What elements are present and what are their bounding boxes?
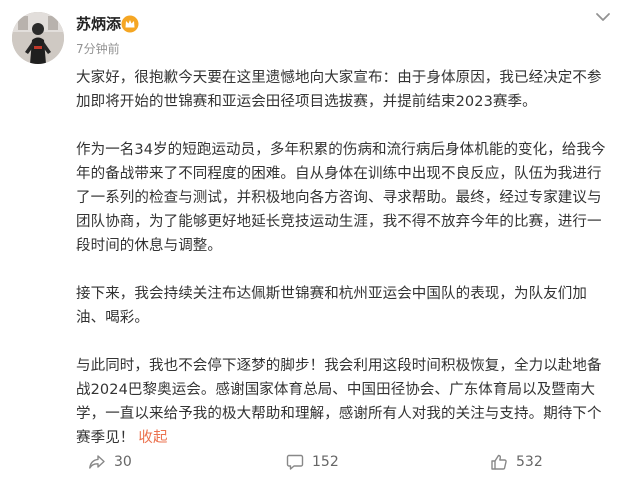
comment-count: 152 xyxy=(312,454,339,470)
action-bar: 30 152 532 xyxy=(0,448,620,476)
post-paragraph: 作为一名34岁的短跑运动员，多年积累的伤病和流行病后身体机能的变化，给我今年的备… xyxy=(76,142,606,254)
post-content: 大家好，很抱歉今天要在这里遗憾地向大家宣布：由于身体原因，我已经决定不参加即将开… xyxy=(76,66,614,474)
comment-icon xyxy=(286,454,304,470)
forward-button[interactable]: 30 xyxy=(88,450,132,474)
avatar[interactable] xyxy=(12,12,64,64)
like-count: 532 xyxy=(516,454,543,470)
like-button[interactable]: 532 xyxy=(490,450,543,474)
weibo-post-card: 苏炳添 7分钟前 大家好，很抱歉今天要在这里遗憾地向大家宣布：由于身体原因，我已… xyxy=(0,0,620,480)
thumbs-up-icon xyxy=(491,454,507,470)
post-paragraph: 大家好，很抱歉今天要在这里遗憾地向大家宣布：由于身体原因，我已经决定不参加即将开… xyxy=(76,70,602,110)
avatar-photo xyxy=(12,12,64,64)
collapse-link[interactable]: 收起 xyxy=(138,430,167,446)
chevron-down-icon[interactable] xyxy=(594,10,612,24)
crown-badge-icon xyxy=(121,15,139,33)
post-paragraph: 接下来，我会持续关注布达佩斯世锦赛和杭州亚运会中国队的表现，为队友们加油、喝彩。 xyxy=(76,286,587,326)
post-paragraph-last: 与此同时，我也不会停下逐梦的脚步！我会利用这段时间积极恢复，全力以赴地备战202… xyxy=(76,354,614,450)
share-icon xyxy=(89,455,105,469)
author-name[interactable]: 苏炳添 xyxy=(76,14,121,34)
comment-button[interactable]: 152 xyxy=(286,450,339,474)
forward-count: 30 xyxy=(114,454,132,470)
post-timestamp[interactable]: 7分钟前 xyxy=(76,41,120,57)
